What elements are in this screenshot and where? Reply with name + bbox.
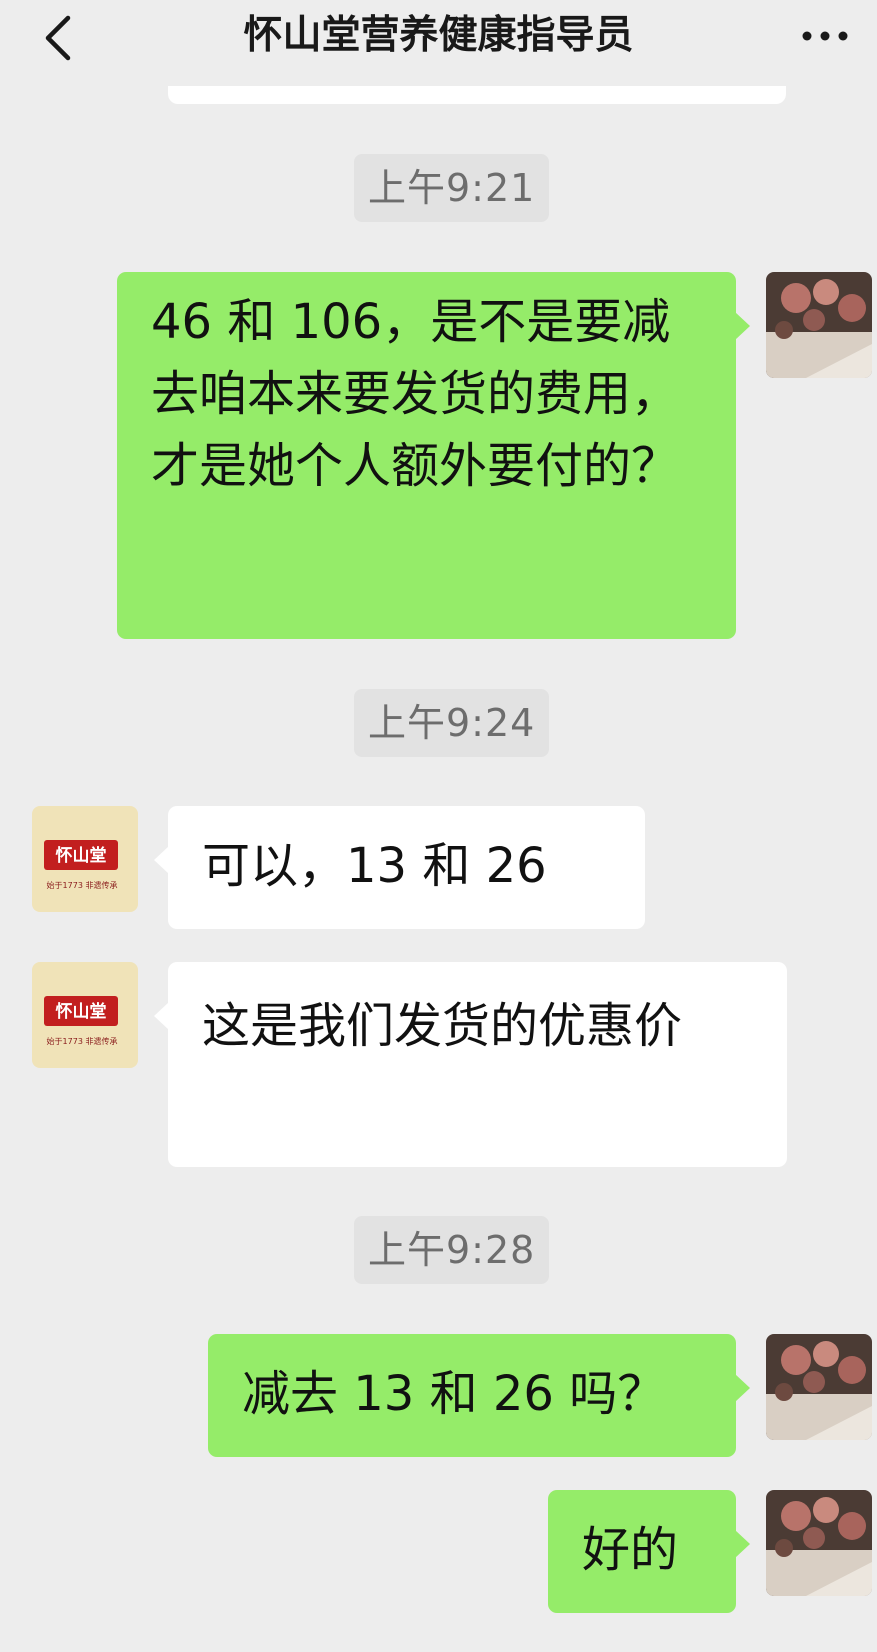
message-text: 46 和 106，是不是要减去咱本来要发货的费用，才是她个人额外要付的？ (151, 294, 680, 494)
timestamp: 上午9:21 (354, 154, 550, 222)
sent-message-bubble[interactable]: 减去 13 和 26 吗？ (208, 1334, 750, 1457)
message-text: 减去 13 和 26 吗？ (242, 1366, 666, 1422)
previous-message-bubble[interactable] (168, 86, 786, 104)
bubble-tail (154, 846, 169, 874)
more-dots-icon[interactable] (797, 16, 853, 56)
svg-text:始于1773 非遗传承: 始于1773 非遗传承 (47, 880, 118, 890)
message-text: 可以，13 和 26 (202, 838, 547, 894)
my-avatar[interactable] (766, 1334, 872, 1440)
message-text: 这是我们发货的优惠价 (202, 998, 683, 1054)
received-message-bubble[interactable]: 这是我们发货的优惠价 (154, 962, 787, 1167)
contact-avatar[interactable]: 怀山堂 始于1773 非遗传承 (32, 806, 138, 912)
my-avatar[interactable] (766, 272, 872, 378)
bubble-tail (735, 312, 750, 340)
timestamp: 上午9:28 (354, 1216, 550, 1284)
contact-avatar[interactable]: 怀山堂 始于1773 非遗传承 (32, 962, 138, 1068)
bubble-tail (735, 1374, 750, 1402)
message-text: 好的 (582, 1522, 679, 1578)
svg-text:怀山堂: 怀山堂 (56, 845, 107, 866)
top-bar: 怀山堂营养健康指导员 (0, 0, 877, 86)
sent-message-bubble[interactable]: 46 和 106，是不是要减去咱本来要发货的费用，才是她个人额外要付的？ (117, 272, 750, 639)
sent-message-bubble[interactable]: 好的 (548, 1490, 750, 1613)
svg-text:怀山堂: 怀山堂 (56, 1001, 107, 1022)
chat-title: 怀山堂营养健康指导员 (243, 13, 634, 58)
brand-logo-icon: 怀山堂 始于1773 非遗传承 (32, 806, 138, 912)
svg-text:始于1773 非遗传承: 始于1773 非遗传承 (47, 1036, 118, 1046)
roses-photo-icon (766, 1334, 872, 1440)
my-avatar[interactable] (766, 1490, 872, 1596)
timestamp: 上午9:24 (354, 689, 550, 757)
roses-photo-icon (766, 1490, 872, 1596)
brand-logo-icon: 怀山堂 始于1773 非遗传承 (32, 962, 138, 1068)
received-message-bubble[interactable]: 可以，13 和 26 (154, 806, 645, 929)
bubble-tail (735, 1530, 750, 1558)
bubble-tail (154, 1002, 169, 1030)
chevron-left-icon[interactable] (38, 10, 78, 66)
roses-photo-icon (766, 272, 872, 378)
